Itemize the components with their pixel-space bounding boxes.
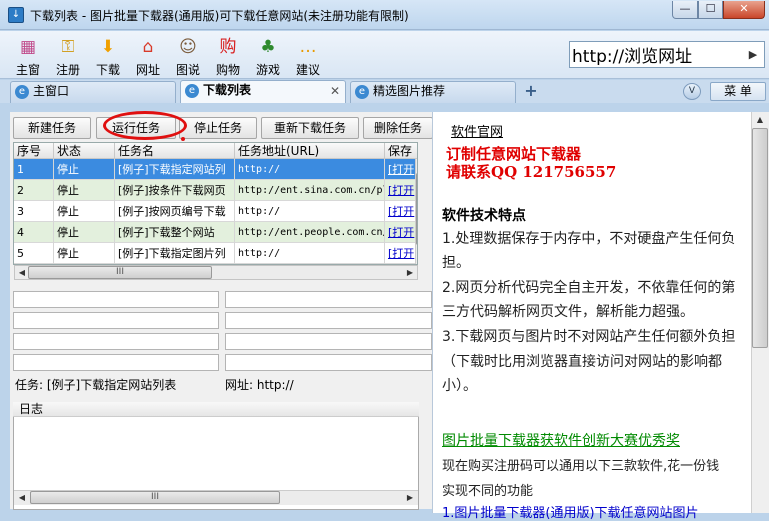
address-input[interactable]	[572, 44, 742, 65]
toolbar-download-button[interactable]: ⬇ 下载	[88, 33, 128, 77]
toolbar-url-button[interactable]: ⌂ 网址	[128, 33, 168, 77]
feature-line: （下载时比用浏览器直接访问对网站的影响都	[442, 354, 722, 370]
scroll-left-icon[interactable]: ◀	[15, 491, 29, 504]
toolbar-main-window-button[interactable]: ▦ 主窗	[8, 33, 48, 77]
column-header-no[interactable]: 序号	[14, 143, 54, 159]
table-hscroll-thumb[interactable]: III	[28, 266, 212, 279]
ie-icon: e	[355, 85, 369, 99]
table-row[interactable]: 4 停止 [例子]下载整个网站 http://ent.people.com.cn…	[14, 222, 417, 243]
scroll-left-icon[interactable]: ◀	[15, 266, 29, 279]
tab-download-list[interactable]: e 下载列表 ✕	[180, 80, 346, 103]
open-folder-link[interactable]: [打开	[388, 247, 414, 260]
features-title: 软件技术特点	[442, 208, 526, 224]
red-dot-mark	[181, 137, 185, 141]
feature-line: 小）。	[442, 378, 477, 394]
feature-line: 1.处理数据保存于内存中，不对硬盘产生任何负	[442, 231, 736, 247]
house-icon: ⌂	[142, 37, 154, 57]
feature-line: 担。	[442, 255, 470, 271]
delete-task-button[interactable]: 删除任务	[363, 117, 433, 139]
detail-field[interactable]	[13, 354, 219, 371]
column-header-save[interactable]: 保存	[385, 143, 417, 159]
scroll-right-icon[interactable]: ▶	[403, 491, 417, 504]
go-arrow-icon[interactable]: ▶	[746, 45, 760, 64]
table-row[interactable]: 3 停止 [例子]按网页编号下载 http:// [打开	[14, 201, 417, 222]
shopping-icon: 购	[219, 37, 237, 57]
table-vscroll-thumb[interactable]	[416, 173, 417, 245]
ie-icon: e	[15, 85, 29, 99]
menu-button[interactable]: 菜 单	[710, 82, 766, 101]
key-icon: ⚿	[61, 37, 75, 57]
open-folder-link[interactable]: [打开	[388, 163, 414, 176]
toolbar-picture-talk-button[interactable]: ☺ 图说	[168, 33, 208, 77]
log-hscroll-thumb[interactable]: III	[30, 491, 280, 504]
award-link[interactable]: 图片批量下载器获软件创新大赛优秀奖	[442, 430, 680, 450]
open-folder-link[interactable]: [打开	[388, 205, 414, 218]
table-row[interactable]: 1 停止 [例子]下载指定网站列 http:// [打开	[14, 159, 417, 180]
product-link[interactable]: 1.图片批量下载器(通用版)下载任意网站图片	[442, 502, 699, 521]
tab-featured-images[interactable]: e 精选图片推荐	[350, 81, 516, 103]
detail-field[interactable]	[225, 333, 432, 350]
tab-main-window[interactable]: e 主窗口	[10, 81, 176, 103]
game-icon: ♣	[260, 37, 276, 57]
column-header-name[interactable]: 任务名	[115, 143, 235, 159]
table-row[interactable]: 5 停止 [例子]下载指定图片列 http:// [打开	[14, 243, 417, 264]
feature-line: 3.下载网页与图片时不对网站产生任何额外负担	[442, 329, 736, 345]
open-folder-link[interactable]: [打开	[388, 184, 414, 197]
app-icon: ↓	[8, 7, 24, 23]
open-folder-link[interactable]: [打开	[388, 226, 414, 239]
stop-task-button[interactable]: 停止任务	[179, 117, 257, 139]
chat-bubble-icon: …	[299, 37, 317, 57]
contact-qq-text: 请联系QQ 121756557	[446, 163, 617, 181]
task-url-label: 网址: http://	[225, 378, 294, 392]
promo-line: 实现不同的功能	[442, 484, 534, 499]
toolbar-shopping-button[interactable]: 购 购物	[208, 33, 248, 77]
ie-icon: e	[185, 84, 199, 98]
feature-line: 三方代码解析网页文件，解析能力超强。	[442, 304, 694, 320]
portrait-icon: ☺	[179, 37, 197, 57]
maximize-button[interactable]: ☐	[698, 1, 723, 19]
detail-field[interactable]	[225, 291, 432, 308]
home-grid-icon: ▦	[19, 37, 37, 57]
detail-field[interactable]	[13, 291, 219, 308]
redownload-task-button[interactable]: 重新下载任务	[261, 117, 359, 139]
feature-line: 2.网页分析代码完全自主开发，不依靠任何的第	[442, 280, 736, 296]
log-title: 日志	[13, 402, 419, 417]
table-row[interactable]: 2 停止 [例子]按条件下载网页 http://ent.sina.com.cn/…	[14, 180, 417, 201]
task-name-label: 任务: [例子]下载指定网站列表	[15, 378, 177, 392]
window-title: 下载列表 - 图片批量下载器(通用版)可下载任意网站(未注册功能有限制)	[30, 9, 409, 23]
column-header-url[interactable]: 任务地址(URL)	[235, 143, 385, 159]
detail-field[interactable]	[225, 312, 432, 329]
task-table: 序号 状态 任务名 任务地址(URL) 保存 1 停止 [例子]下载指定网站列 …	[13, 142, 418, 265]
detail-field[interactable]	[225, 354, 432, 371]
toolbar-games-button[interactable]: ♣ 游戏	[248, 33, 288, 77]
close-button[interactable]: ✕	[723, 1, 765, 19]
official-site-link[interactable]: 软件官网	[451, 121, 503, 140]
red-highlight-circle	[103, 111, 187, 140]
toolbar-suggest-button[interactable]: … 建议	[288, 33, 328, 77]
promo-line: 现在购买注册码可以通用以下三款软件,花一份钱	[442, 459, 720, 474]
new-task-button[interactable]: 新建任务	[13, 117, 91, 139]
toolbar-register-button[interactable]: ⚿ 注册	[48, 33, 88, 77]
scroll-right-icon[interactable]: ▶	[403, 266, 417, 279]
add-tab-button[interactable]: +	[521, 82, 541, 100]
scroll-up-icon[interactable]: ▲	[416, 160, 417, 173]
detail-field[interactable]	[13, 333, 219, 350]
address-bar: ▶	[569, 41, 765, 68]
column-header-status[interactable]: 状态	[54, 143, 115, 159]
tab-list-dropdown-icon[interactable]: V	[683, 83, 701, 100]
minimize-button[interactable]: —	[672, 1, 698, 19]
scroll-down-icon[interactable]: ▼	[416, 249, 417, 262]
info-vscroll-thumb[interactable]	[752, 128, 768, 348]
close-icon[interactable]: ✕	[330, 84, 340, 98]
scroll-up-icon[interactable]: ▲	[753, 113, 767, 126]
download-arrow-icon: ⬇	[100, 37, 116, 57]
detail-field[interactable]	[13, 312, 219, 329]
